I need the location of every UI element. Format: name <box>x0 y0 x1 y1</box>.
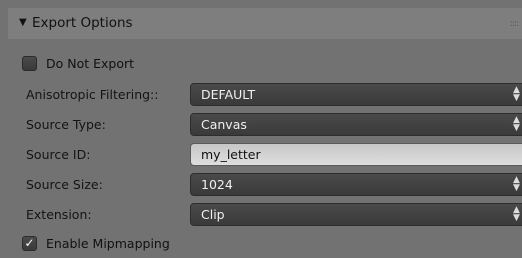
up-down-spinner-icon: ▲ ▼ <box>513 205 520 223</box>
mipmapping-checkbox[interactable]: ✓ <box>22 236 37 251</box>
source-type-value: Canvas <box>201 117 247 132</box>
export-options-panel: ▼ Export Options :::: Do Not Export Anis… <box>0 0 522 258</box>
up-down-spinner-icon: ▲ ▼ <box>513 175 520 193</box>
up-down-spinner-icon: ▲ ▼ <box>513 115 520 133</box>
collapse-arrow-icon[interactable]: ▼ <box>19 17 27 28</box>
source-id-label: Source ID: <box>26 147 91 162</box>
anisotropic-label: Anisotropic Filtering:: <box>26 87 159 102</box>
source-size-row: Source Size: 1024 ▲ ▼ <box>0 172 522 198</box>
panel-title: Export Options <box>32 15 133 31</box>
do-not-export-row[interactable]: Do Not Export <box>0 52 522 78</box>
anisotropic-row: Anisotropic Filtering:: DEFAULT ▲ ▼ <box>0 82 522 108</box>
mipmapping-label: Enable Mipmapping <box>46 236 170 251</box>
extension-value: Clip <box>201 207 225 222</box>
up-down-spinner-icon: ▲ ▼ <box>513 85 520 103</box>
extension-dropdown[interactable]: Clip ▲ ▼ <box>190 203 522 226</box>
source-type-row: Source Type: Canvas ▲ ▼ <box>0 112 522 138</box>
drag-grip-icon[interactable]: :::: <box>510 19 519 29</box>
source-id-input[interactable]: my_letter <box>190 143 522 166</box>
mipmapping-row[interactable]: ✓ Enable Mipmapping <box>0 232 522 258</box>
do-not-export-checkbox[interactable] <box>22 56 37 71</box>
source-type-label: Source Type: <box>26 117 106 132</box>
source-id-row: Source ID: my_letter <box>0 142 522 168</box>
source-size-dropdown[interactable]: 1024 ▲ ▼ <box>190 173 522 196</box>
anisotropic-dropdown[interactable]: DEFAULT ▲ ▼ <box>190 83 522 106</box>
source-size-value: 1024 <box>201 177 233 192</box>
source-size-label: Source Size: <box>26 177 103 192</box>
extension-label: Extension: <box>26 207 92 222</box>
anisotropic-value: DEFAULT <box>201 87 256 102</box>
do-not-export-label: Do Not Export <box>46 56 135 71</box>
source-type-dropdown[interactable]: Canvas ▲ ▼ <box>190 113 522 136</box>
source-id-value: my_letter <box>201 147 261 162</box>
panel-header[interactable]: ▼ Export Options :::: <box>8 8 522 39</box>
extension-row: Extension: Clip ▲ ▼ <box>0 202 522 228</box>
